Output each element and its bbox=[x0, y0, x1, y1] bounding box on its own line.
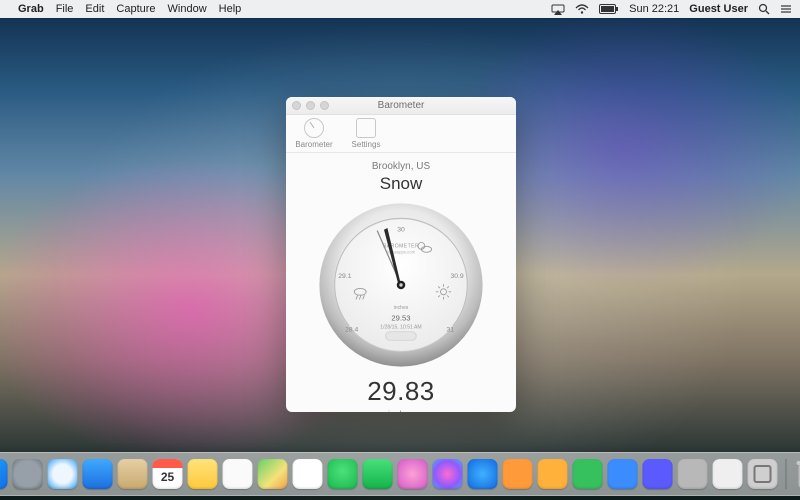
dock-mail[interactable] bbox=[83, 459, 113, 489]
dock-pages[interactable] bbox=[538, 459, 568, 489]
reset-needle-button[interactable] bbox=[386, 332, 417, 341]
window-title: Barometer bbox=[286, 100, 516, 111]
dock-facetime[interactable] bbox=[363, 459, 393, 489]
dock-reminders[interactable] bbox=[223, 459, 253, 489]
barometer-tab-icon bbox=[304, 118, 324, 138]
svg-text:28.4: 28.4 bbox=[345, 327, 358, 334]
window-toolbar: Barometer Settings bbox=[286, 115, 516, 153]
menu-help[interactable]: Help bbox=[219, 3, 242, 15]
menu-clock[interactable]: Sun 22:21 bbox=[629, 3, 679, 15]
menu-user[interactable]: Guest User bbox=[689, 3, 748, 15]
dock-calendar[interactable] bbox=[153, 459, 183, 489]
tab-settings[interactable]: Settings bbox=[346, 118, 386, 149]
dock-preview[interactable] bbox=[643, 459, 673, 489]
dock-safari[interactable] bbox=[48, 459, 78, 489]
dock-game-center[interactable] bbox=[398, 459, 428, 489]
dock-grab[interactable] bbox=[748, 459, 778, 489]
svg-text:31: 31 bbox=[447, 327, 455, 334]
dock-separator bbox=[786, 459, 787, 489]
svg-text:29.53: 29.53 bbox=[391, 314, 410, 323]
notification-center-icon[interactable] bbox=[780, 4, 792, 14]
barometer-window: Barometer Barometer Settings Brooklyn, U… bbox=[286, 97, 516, 412]
dock-contacts[interactable] bbox=[118, 459, 148, 489]
dock-launchpad[interactable] bbox=[13, 459, 43, 489]
settings-tab-icon bbox=[356, 118, 376, 138]
dock-numbers[interactable] bbox=[573, 459, 603, 489]
svg-text:30.9: 30.9 bbox=[450, 273, 463, 280]
dock-app-store[interactable] bbox=[468, 459, 498, 489]
svg-text:inches: inches bbox=[394, 305, 409, 311]
window-titlebar[interactable]: Barometer bbox=[286, 97, 516, 115]
condition-label: Snow bbox=[294, 174, 508, 194]
window-content: Brooklyn, US Snow bbox=[286, 153, 516, 412]
menu-file[interactable]: File bbox=[56, 3, 74, 15]
dock bbox=[0, 452, 800, 496]
battery-icon[interactable] bbox=[599, 4, 619, 14]
dock-notes[interactable] bbox=[188, 459, 218, 489]
dock-system-preferences[interactable] bbox=[678, 459, 708, 489]
pressure-reading: 29.83 bbox=[294, 376, 508, 407]
dock-itunes[interactable] bbox=[433, 459, 463, 489]
dock-barometer[interactable] bbox=[713, 459, 743, 489]
dock-photos[interactable] bbox=[293, 459, 323, 489]
dock-trash[interactable] bbox=[795, 459, 800, 489]
menu-app-name[interactable]: Grab bbox=[18, 3, 44, 15]
tab-barometer[interactable]: Barometer bbox=[294, 118, 334, 149]
dock-maps[interactable] bbox=[258, 459, 288, 489]
location-label: Brooklyn, US bbox=[294, 161, 508, 172]
barometer-gauge: 28.4 29.1 30 30.9 31 B bbox=[316, 200, 486, 370]
spotlight-icon[interactable] bbox=[758, 3, 770, 15]
menu-bar: Grab File Edit Capture Window Help Sun 2… bbox=[0, 0, 800, 18]
tab-settings-label: Settings bbox=[352, 140, 381, 149]
menu-edit[interactable]: Edit bbox=[85, 3, 104, 15]
dock-ibooks[interactable] bbox=[503, 459, 533, 489]
airplay-icon[interactable] bbox=[551, 4, 565, 15]
dock-finder[interactable] bbox=[0, 459, 8, 489]
menu-window[interactable]: Window bbox=[168, 3, 207, 15]
pressure-unit: inches bbox=[294, 409, 508, 412]
svg-text:29.1: 29.1 bbox=[338, 273, 351, 280]
dock-messages[interactable] bbox=[328, 459, 358, 489]
svg-text:1/28/15, 10:51 AM: 1/28/15, 10:51 AM bbox=[380, 324, 421, 330]
dock-keynote[interactable] bbox=[608, 459, 638, 489]
wifi-icon[interactable] bbox=[575, 4, 589, 15]
menu-capture[interactable]: Capture bbox=[116, 3, 155, 15]
tab-barometer-label: Barometer bbox=[295, 140, 332, 149]
svg-text:30: 30 bbox=[397, 226, 405, 233]
